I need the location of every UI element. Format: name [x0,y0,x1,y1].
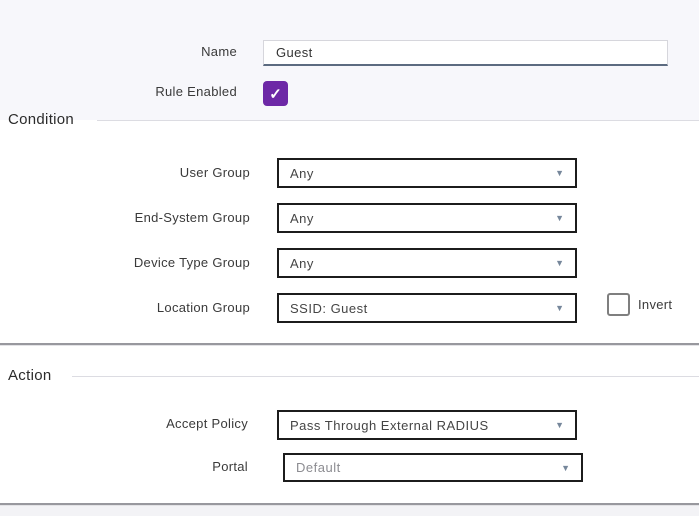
portal-label: Portal [212,459,248,474]
name-input[interactable]: Guest [263,40,668,66]
location-group-dropdown[interactable]: SSID: Guest ▼ [277,293,577,323]
action-section-title: Action [8,367,52,384]
invert-label: Invert [638,297,673,312]
device-type-group-label: Device Type Group [133,255,250,270]
device-type-group-value: Any [290,255,314,271]
end-system-group-dropdown[interactable]: Any ▼ [277,203,577,233]
chevron-down-icon: ▼ [555,258,564,268]
location-group-value: SSID: Guest [290,300,368,316]
accept-policy-dropdown[interactable]: Pass Through External RADIUS ▼ [277,410,577,440]
portal-value: Default [296,460,341,475]
chevron-down-icon: ▼ [555,303,564,313]
chevron-down-icon: ▼ [555,420,564,430]
end-system-group-label: End-System Group [134,210,250,225]
rule-enabled-label: Rule Enabled [155,84,237,99]
bottom-background-strip [0,506,699,516]
user-group-value: Any [290,165,314,181]
device-type-group-dropdown[interactable]: Any ▼ [277,248,577,278]
section-divider [0,343,699,346]
action-legend-line [72,376,699,377]
name-label: Name [201,44,237,59]
accept-policy-value: Pass Through External RADIUS [290,417,489,433]
chevron-down-icon: ▼ [555,168,564,178]
condition-legend-line [97,120,699,121]
chevron-down-icon: ▼ [555,213,564,223]
accept-policy-label: Accept Policy [166,416,248,431]
end-system-group-value: Any [290,210,314,226]
user-group-label: User Group [179,165,250,180]
chevron-down-icon: ▼ [561,462,570,473]
checkmark-icon: ✓ [269,85,282,103]
condition-section-title: Condition [8,111,75,128]
portal-dropdown[interactable]: Default ▼ [283,453,583,482]
rule-enabled-checkbox[interactable]: ✓ [263,81,288,106]
location-group-label: Location Group [156,300,250,315]
user-group-dropdown[interactable]: Any ▼ [277,158,577,188]
invert-checkbox[interactable] [607,293,630,316]
rule-editor-form: Name Guest Rule Enabled ✓ Condition User… [0,0,699,516]
